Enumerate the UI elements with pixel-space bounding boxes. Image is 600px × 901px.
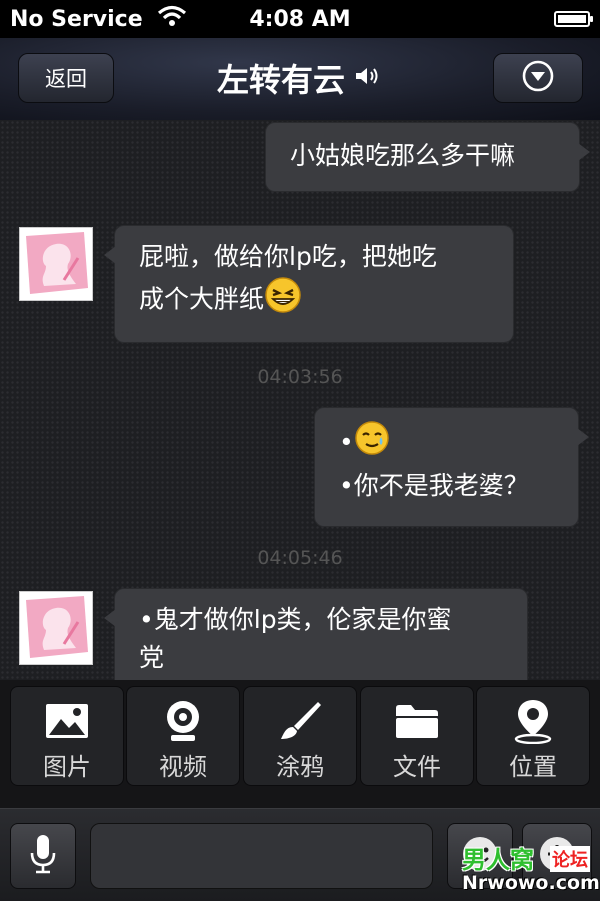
watermark-url: Nrwowo.com bbox=[462, 872, 600, 894]
webcam-icon bbox=[161, 701, 205, 741]
back-button[interactable]: 返回 bbox=[18, 53, 114, 103]
location-button[interactable]: 位置 bbox=[476, 686, 590, 786]
chevron-down-icon bbox=[521, 59, 555, 97]
attachment-toolbar: 图片 视频 涂鸦 文件 位置 bbox=[0, 680, 600, 808]
location-button-label: 位置 bbox=[509, 753, 557, 781]
folder-icon bbox=[394, 701, 440, 741]
voice-input-button[interactable] bbox=[10, 823, 76, 889]
doodle-button-label: 涂鸦 bbox=[276, 753, 324, 781]
watermark-text: 男人窝 bbox=[462, 846, 534, 874]
image-icon bbox=[44, 701, 90, 741]
message-text: 屁啦，做给你lp吃，把她吃 bbox=[139, 242, 437, 271]
message-bubble-outgoing[interactable]: 小姑娘吃那么多干嘛 bbox=[265, 122, 590, 192]
file-button[interactable]: 文件 bbox=[360, 686, 474, 786]
grinning-emoji-icon bbox=[264, 276, 302, 325]
message-text: •鬼才做你lp类，伦家是你蜜 bbox=[139, 605, 452, 634]
doodle-button[interactable]: 涂鸦 bbox=[243, 686, 357, 786]
message-bubble-incoming[interactable]: 屁啦，做给你lp吃，把她吃 成个大胖纸 bbox=[104, 225, 514, 343]
video-button[interactable]: 视频 bbox=[126, 686, 240, 786]
microphone-icon bbox=[28, 833, 58, 879]
nav-bar: 返回 左转有云 bbox=[0, 38, 600, 121]
message-text-line: 成个大胖纸 bbox=[139, 276, 489, 325]
watermark-logo: 男人窝 论坛 Nrwowo.com bbox=[458, 840, 600, 898]
chat-title-area: 左转有云 bbox=[150, 58, 450, 99]
message-text: 小姑娘吃那么多干嘛 bbox=[290, 141, 516, 170]
brush-icon bbox=[278, 701, 322, 741]
avatar[interactable] bbox=[19, 227, 93, 301]
speaker-icon bbox=[353, 64, 383, 92]
image-button[interactable]: 图片 bbox=[10, 686, 124, 786]
message-text-line: • bbox=[339, 420, 554, 467]
location-pin-icon bbox=[511, 700, 555, 744]
avatar[interactable] bbox=[19, 591, 93, 665]
chat-area[interactable]: 小姑娘吃那么多干嘛 屁啦，做给你lp吃，把她吃 成个大胖纸 04:03:56 • bbox=[0, 120, 600, 680]
message-timestamp: 04:05:46 bbox=[257, 547, 343, 569]
image-button-label: 图片 bbox=[43, 753, 91, 781]
chat-options-button[interactable] bbox=[493, 53, 583, 103]
status-bar: No Service 4:08 AM bbox=[0, 0, 600, 38]
message-bubble-incoming[interactable]: •鬼才做你lp类，伦家是你蜜 党 bbox=[104, 588, 528, 680]
wifi-icon bbox=[157, 5, 187, 33]
chat-title: 左转有云 bbox=[216, 61, 345, 99]
message-timestamp: 04:03:56 bbox=[257, 366, 343, 388]
video-button-label: 视频 bbox=[159, 753, 207, 781]
back-button-label: 返回 bbox=[45, 67, 87, 91]
carrier-label: No Service bbox=[10, 6, 143, 32]
message-bubble-outgoing[interactable]: • •你不是我老婆？ bbox=[314, 407, 589, 527]
sweat-smile-emoji-icon bbox=[354, 420, 390, 467]
battery-icon bbox=[554, 11, 593, 27]
message-text: •你不是我老婆？ bbox=[339, 471, 529, 500]
watermark-badge: 论坛 bbox=[550, 846, 590, 872]
message-input[interactable] bbox=[90, 823, 433, 889]
file-button-label: 文件 bbox=[393, 753, 441, 781]
message-text: 党 bbox=[139, 643, 165, 672]
